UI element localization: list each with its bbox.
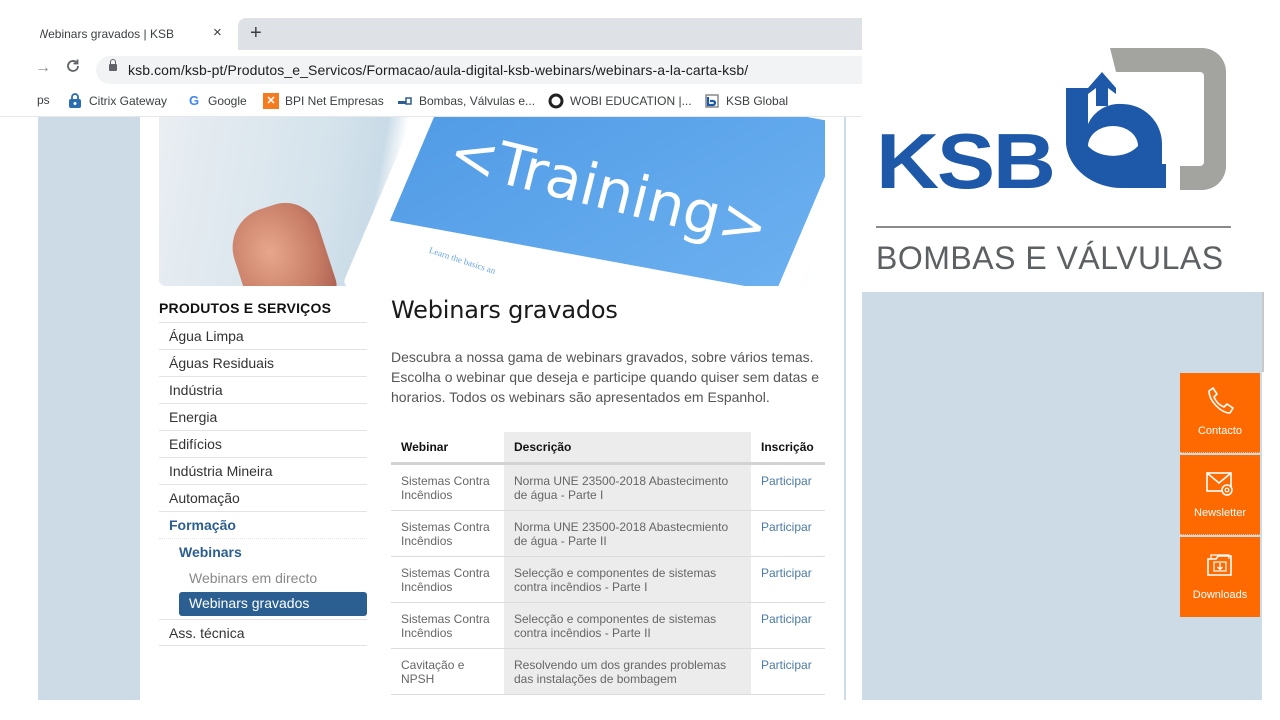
sidebar-item-industria[interactable]: Indústria	[159, 376, 367, 403]
bookmark-ksb-global[interactable]: KSB Global	[704, 93, 788, 109]
bookmark-wobi[interactable]: WOBI EDUCATION |...	[548, 93, 692, 109]
participar-link[interactable]: Participar	[761, 520, 812, 534]
cell-webinar: Cavitação e NPSH	[391, 648, 504, 695]
bookmark-apps[interactable]: ps	[37, 93, 50, 107]
bookmark-bpi[interactable]: ✕ BPI Net Empresas	[263, 93, 384, 109]
cell-descricao: Selecção e componentes de sistemas contr…	[504, 556, 751, 603]
phone-icon	[1208, 387, 1234, 414]
reload-icon[interactable]	[65, 58, 81, 79]
sidebar-item-formacao[interactable]: Formação	[159, 511, 367, 538]
intro-paragraph: Descubra a nossa gama de webinars gravad…	[391, 349, 820, 405]
bookmark-citrix[interactable]: Citrix Gateway	[67, 93, 167, 109]
cell-descricao: Resolvendo um dos grandes problemas das …	[504, 648, 751, 695]
sidebar-item-edificios[interactable]: Edifícios	[159, 430, 367, 457]
google-icon: G	[188, 93, 200, 108]
contacto-button[interactable]: Contacto	[1180, 373, 1260, 453]
lock-icon	[109, 59, 117, 71]
folder-download-icon	[1207, 554, 1232, 576]
column-header-inscricao: Inscrição	[751, 432, 825, 465]
wobi-icon	[548, 93, 564, 109]
tab-title: Webinars gravados | KSB	[37, 27, 174, 41]
cell-webinar: Sistemas Contra Incêndios	[391, 510, 504, 557]
downloads-button[interactable]: Downloads	[1180, 537, 1260, 617]
cell-webinar: Sistemas Contra Incêndios	[391, 556, 504, 603]
cell-descricao: Norma UNE 23500-2018 Abastecimento de ág…	[504, 463, 751, 511]
table-row: Sistemas Contra Incêndios Norma UNE 2350…	[391, 463, 825, 511]
logo-brand-text: KSB	[876, 117, 1056, 205]
participar-link[interactable]: Participar	[761, 474, 812, 488]
bookmark-label: Citrix Gateway	[89, 94, 168, 108]
browser-toolbar: → ksb.com/ksb-pt/Produtos_e_Servicos/For…	[0, 54, 862, 86]
participar-link[interactable]: Participar	[761, 612, 812, 626]
sidebar-item-automacao[interactable]: Automação	[159, 484, 367, 511]
contacto-label: Contacto	[1197, 425, 1243, 437]
sidebar-nav: Água Limpa Águas Residuais Indústria Ene…	[159, 322, 367, 646]
webinars-table: Webinar Descrição Inscrição Sistemas Con…	[391, 432, 825, 695]
sidebar-item-energia[interactable]: Energia	[159, 403, 367, 430]
sidebar-item-webinars[interactable]: Webinars	[159, 538, 367, 565]
table-header-row: Webinar Descrição Inscrição	[391, 432, 825, 465]
bookmark-label: BPI Net Empresas	[285, 94, 384, 108]
new-tab-button[interactable]: +	[250, 22, 262, 44]
tab-strip: Webinars gravados | KSB × +	[0, 18, 862, 50]
forward-icon[interactable]: →	[35, 59, 51, 77]
ksb-icon	[704, 93, 720, 109]
address-bar[interactable]: ksb.com/ksb-pt/Produtos_e_Servicos/Forma…	[96, 56, 862, 84]
ksb-pump-icon	[397, 93, 413, 109]
page-title: Webinars gravados	[391, 296, 618, 324]
column-header-descricao: Descrição	[504, 432, 751, 465]
scrollbar[interactable]	[1262, 292, 1264, 372]
envelope-icon	[1206, 472, 1233, 496]
url-text: ksb.com/ksb-pt/Produtos_e_Servicos/Forma…	[128, 62, 749, 78]
participar-link[interactable]: Participar	[761, 566, 812, 580]
cell-descricao: Norma UNE 23500-2018 Abastecmiento de ág…	[504, 510, 751, 557]
table-row: Sistemas Contra Incêndios Norma UNE 2350…	[391, 510, 825, 557]
newsletter-button[interactable]: Newsletter	[1180, 455, 1260, 535]
bookmark-label: Bombas, Válvulas e...	[419, 94, 536, 108]
close-tab-icon[interactable]: ×	[213, 24, 222, 42]
ksb-logo: KSB BOMBAS E VÁLVULAS	[862, 0, 1280, 292]
sidebar-item-agua-limpa[interactable]: Água Limpa	[159, 322, 367, 349]
ksb-b-mark-icon	[1066, 48, 1226, 190]
bookmark-label: Google	[208, 94, 247, 108]
participar-link[interactable]: Participar	[761, 658, 812, 672]
tabstrip-empty-area	[238, 18, 862, 50]
sidebar-title: PRODUTOS E SERVIÇOS	[159, 300, 332, 316]
sidebar-item-ass-tecnica[interactable]: Ass. técnica	[159, 619, 367, 646]
column-header-webinar: Webinar	[391, 432, 504, 465]
sidebar-item-webinars-gravados[interactable]: Webinars gravados	[179, 592, 367, 616]
bookmarks-bar: ps Citrix Gateway G Google ✕ BPI Net Emp…	[0, 88, 862, 117]
cell-webinar: Sistemas Contra Incêndios	[391, 602, 504, 649]
downloads-label: Downloads	[1192, 589, 1248, 601]
bpi-icon: ✕	[263, 93, 279, 109]
citrix-icon	[67, 93, 83, 109]
sidebar-item-industria-mineira[interactable]: Indústria Mineira	[159, 457, 367, 484]
cell-descricao: Selecção e componentes de sistemas contr…	[504, 602, 751, 649]
bookmark-label: WOBI EDUCATION |...	[570, 94, 692, 108]
newsletter-label: Newsletter	[1194, 507, 1246, 519]
bookmark-label: ps	[37, 93, 50, 107]
table-row: Cavitação e NPSH Resolvendo um dos grand…	[391, 648, 825, 695]
cell-webinar: Sistemas Contra Incêndios	[391, 463, 504, 511]
sidebar-item-webinars-em-directo[interactable]: Webinars em directo	[159, 565, 367, 592]
bookmark-bombas[interactable]: Bombas, Válvulas e...	[397, 93, 535, 109]
hero-banner: <Training> Learn the basics an	[159, 117, 825, 286]
hand-image	[222, 193, 342, 286]
logo-divider	[876, 226, 1231, 228]
browser-tab[interactable]: Webinars gravados | KSB ×	[0, 18, 238, 50]
bookmark-google[interactable]: G Google	[186, 93, 247, 109]
table-row: Sistemas Contra Incêndios Selecção e com…	[391, 556, 825, 603]
sidebar-item-aguas-residuais[interactable]: Águas Residuais	[159, 349, 367, 376]
table-row: Sistemas Contra Incêndios Selecção e com…	[391, 602, 825, 649]
bookmark-label: KSB Global	[726, 94, 789, 108]
logo-tagline: BOMBAS E VÁLVULAS	[876, 240, 1224, 276]
